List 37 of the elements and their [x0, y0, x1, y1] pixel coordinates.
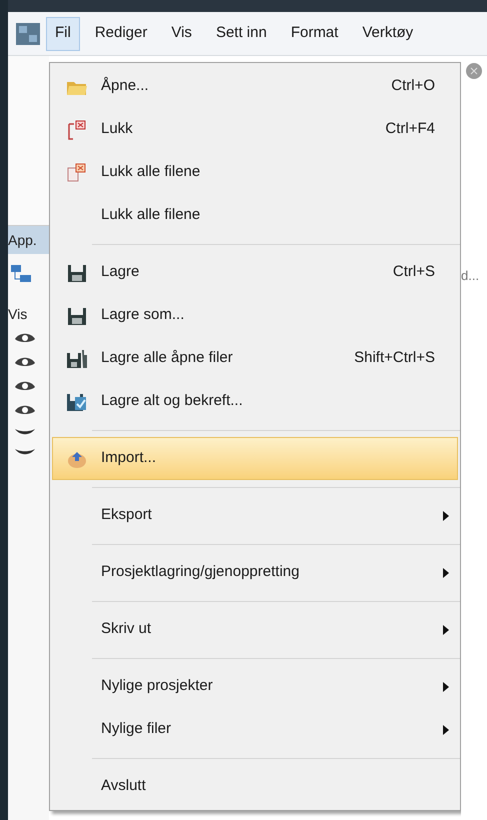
app-icon[interactable] [16, 22, 40, 44]
menu-item[interactable]: Avslutt [52, 765, 458, 808]
closed-eye-icon[interactable] [14, 427, 36, 437]
floppy-disk-check-icon [66, 392, 88, 412]
panel-title: App. [8, 226, 49, 254]
menu-item[interactable]: Import... [52, 437, 458, 480]
menu-item[interactable]: Skriv ut [52, 608, 458, 651]
close-documents-icon [66, 162, 88, 182]
menu-item[interactable]: Lagre Ctrl+S [52, 251, 458, 294]
close-circle-icon[interactable] [466, 63, 482, 79]
closed-eye-icon[interactable] [14, 447, 36, 457]
menu-item[interactable]: Lagre som... [52, 294, 458, 337]
view-label: Vis [8, 305, 28, 324]
menu-item[interactable]: Nylige filer [52, 708, 458, 751]
eye-icon[interactable] [14, 355, 36, 369]
menu-tab[interactable]: Sett inn [206, 16, 276, 50]
menu-tab[interactable]: Verktøy [353, 16, 422, 50]
tree-label: d... [461, 267, 480, 285]
menu-item[interactable]: Eksport [52, 494, 458, 537]
eye-icon[interactable] [14, 379, 36, 393]
tree-icon[interactable] [10, 264, 32, 284]
menu-item[interactable]: Lagre alle åpne filer Shift+Ctrl+S [52, 337, 458, 380]
eye-icon[interactable] [14, 403, 36, 417]
eye-icon[interactable] [14, 331, 36, 345]
menu-tab[interactable]: Format [282, 16, 348, 50]
menu-item[interactable]: Lukk Ctrl+F4 [52, 108, 458, 151]
menu-item[interactable]: Åpne... Ctrl+O [52, 65, 458, 108]
menu-tab[interactable]: Rediger [86, 16, 156, 50]
floppy-disks-icon [66, 348, 88, 368]
menu-item[interactable]: Lagre alt og bekreft... [52, 380, 458, 423]
menu-item[interactable]: Lukk alle filene [52, 194, 458, 237]
menu-item[interactable]: Nylige prosjekter [52, 665, 458, 708]
menu-tab[interactable]: Fil [46, 16, 80, 50]
menu-item[interactable]: Prosjektlagring/gjenoppretting [52, 551, 458, 594]
menu-tab[interactable]: Vis [162, 16, 201, 50]
menu-item[interactable]: Lukk alle filene [52, 151, 458, 194]
close-document-icon [66, 120, 88, 140]
